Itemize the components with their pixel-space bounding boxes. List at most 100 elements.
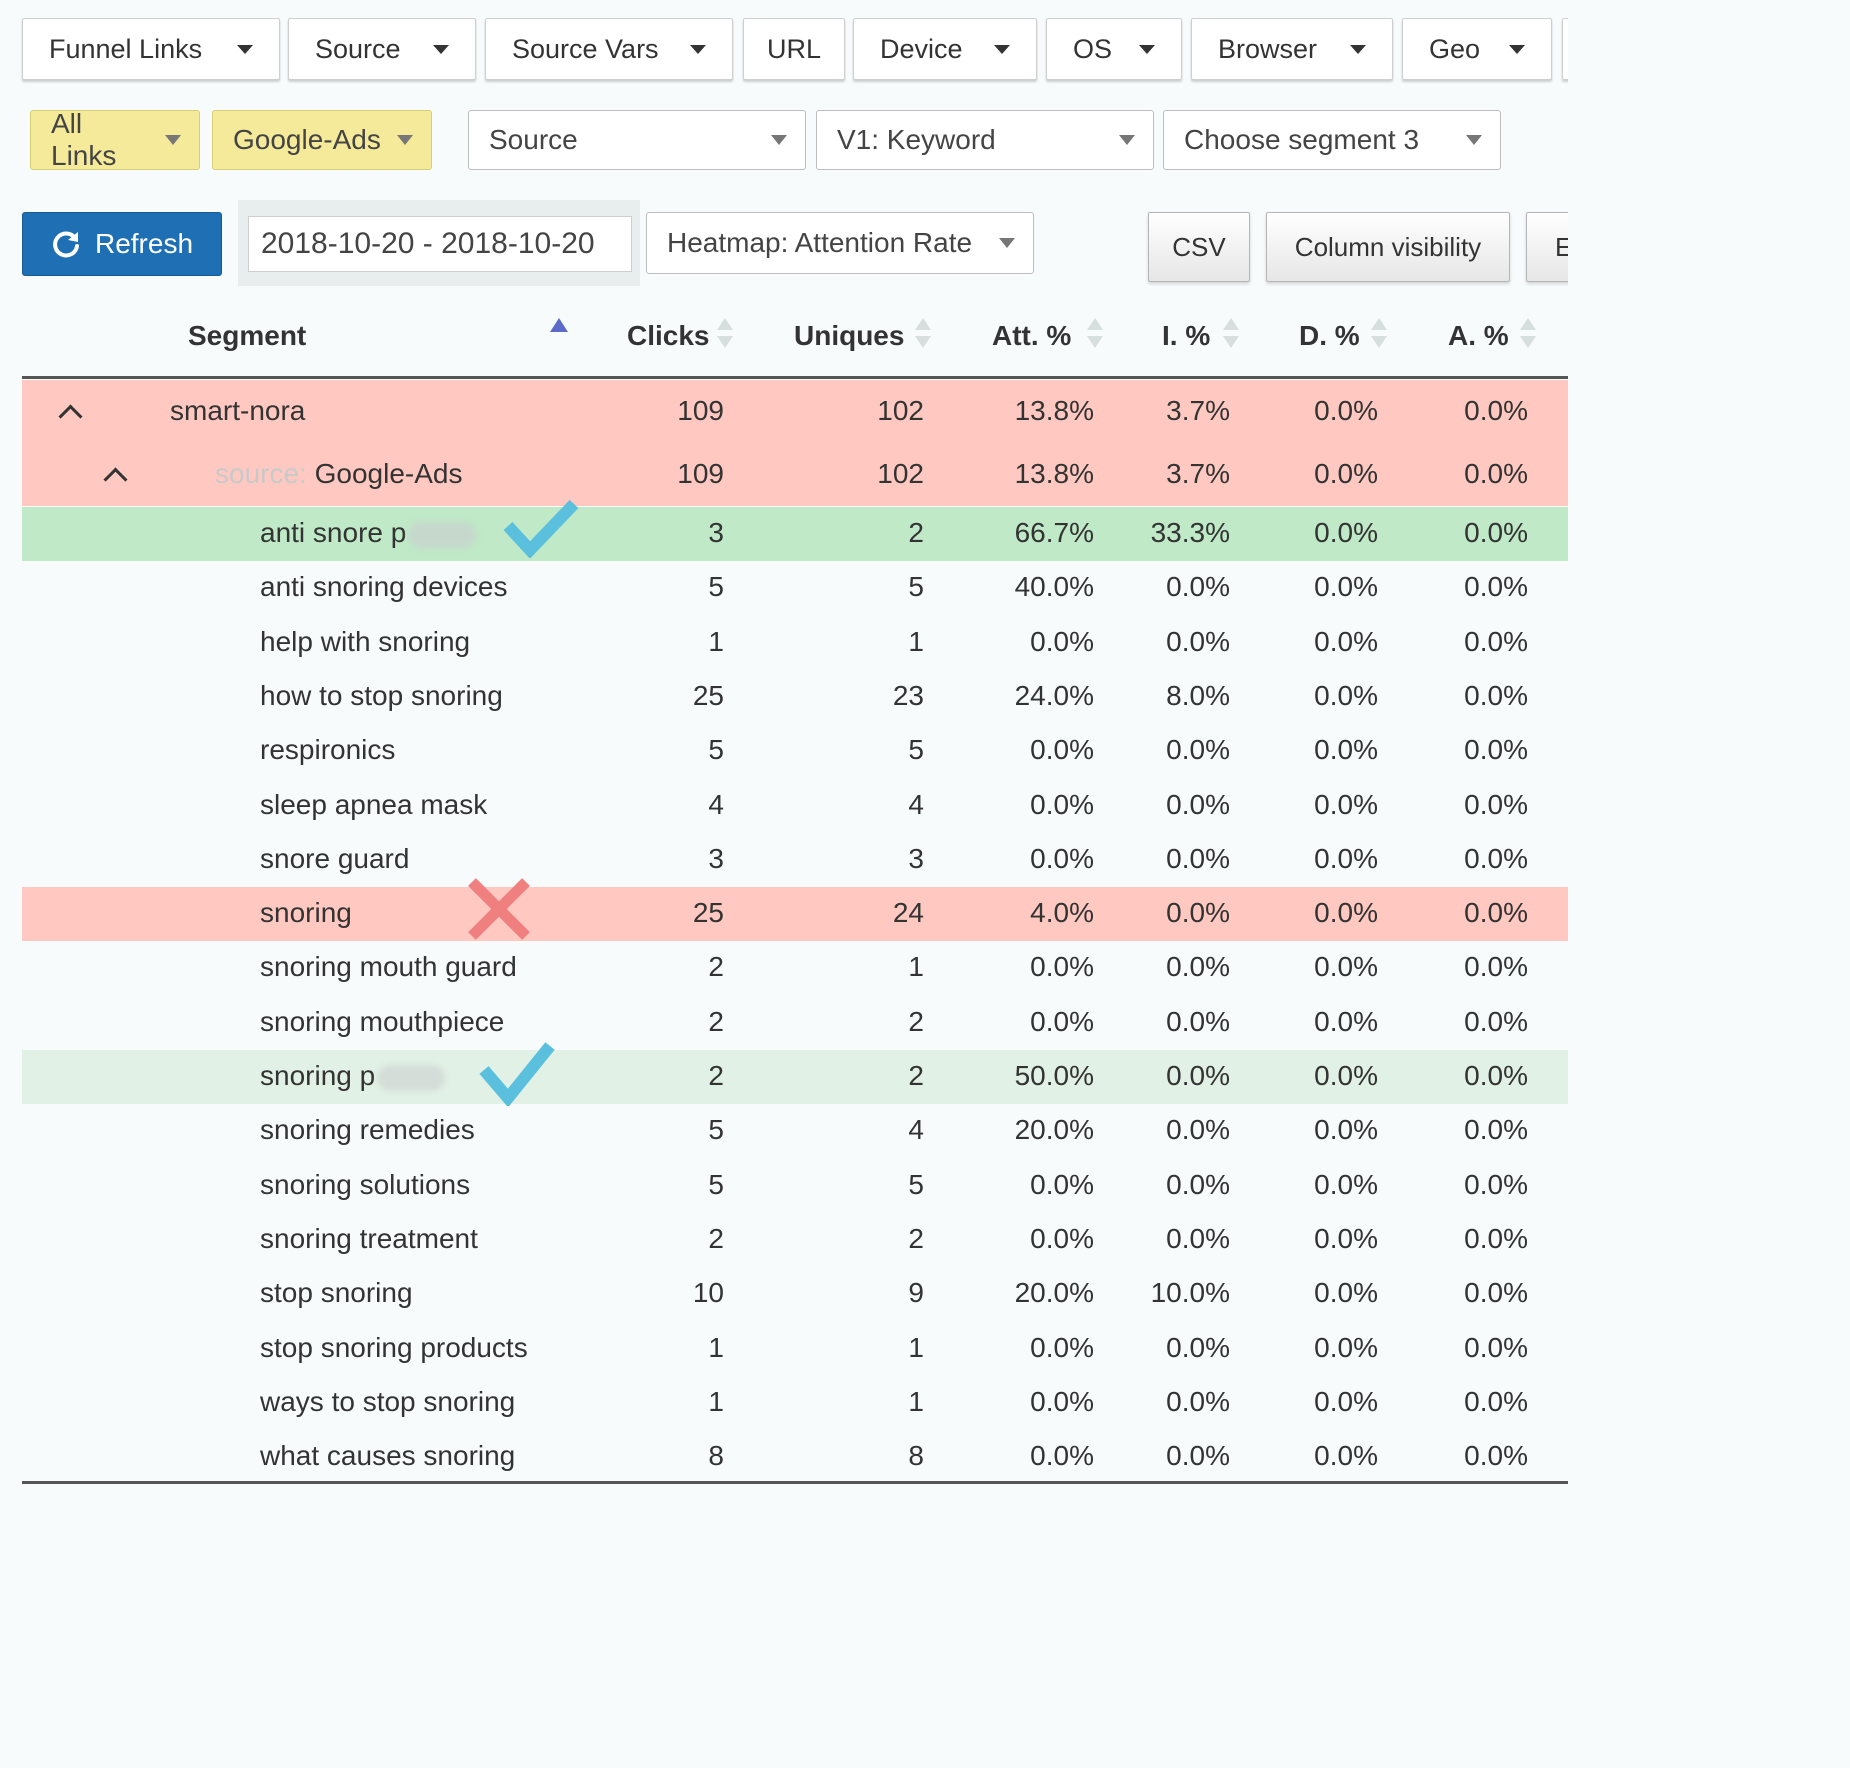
tab-device[interactable]: Device	[853, 18, 1037, 80]
column-header-d[interactable]: D. %	[1299, 320, 1360, 352]
a-cell: 0.0%	[1464, 1006, 1528, 1037]
i-cell: 0.0%	[1166, 1440, 1230, 1471]
column-header-att[interactable]: Att. %	[992, 320, 1071, 352]
chevron-up-icon[interactable]	[103, 467, 128, 492]
d-cell: 0.0%	[1314, 395, 1378, 426]
column-visibility-button[interactable]: Column visibility	[1266, 212, 1510, 282]
segment-name: how to stop snoring	[260, 680, 503, 711]
table-row[interactable]: snoring p 2 2 50.0% 0.0% 0.0% 0.0%	[22, 1050, 1568, 1104]
segment-name: stop snoring products	[260, 1332, 528, 1363]
caret-down-icon	[1139, 44, 1155, 54]
a-cell: 0.0%	[1464, 1277, 1528, 1308]
segment-3-label: Choose segment 3	[1184, 124, 1420, 155]
tab-source-vars[interactable]: Source Vars	[485, 18, 733, 80]
sort-icon[interactable]	[1222, 318, 1240, 352]
tab-funnel-links[interactable]: Funnel Links	[22, 18, 280, 80]
segment-name: stop snoring	[260, 1277, 413, 1308]
segment-cell: respironics	[260, 734, 395, 766]
a-cell: 0.0%	[1464, 395, 1528, 426]
table-row[interactable]: ways to stop snoring 1 1 0.0% 0.0% 0.0% 0.0%	[22, 1376, 1568, 1430]
uniques-cell: 5	[908, 734, 924, 765]
table-row[interactable]: snore guard 3 3 0.0% 0.0% 0.0% 0.0%	[22, 833, 1568, 887]
tab-browser[interactable]: Browser	[1191, 18, 1393, 80]
table-row[interactable]: help with snoring 1 1 0.0% 0.0% 0.0% 0.0%	[22, 616, 1568, 670]
table-row[interactable]: how to stop snoring 25 23 24.0% 8.0% 0.0% 0.0%	[22, 670, 1568, 724]
segment-name: help with snoring	[260, 626, 471, 657]
segment-1-select[interactable]: Source	[468, 110, 806, 170]
caret-down-icon	[237, 44, 253, 54]
caret-down-icon	[690, 44, 706, 54]
all-links-select[interactable]: All Links	[30, 108, 200, 171]
d-cell: 0.0%	[1314, 1060, 1378, 1091]
att-cell: 20.0%	[1014, 1277, 1094, 1308]
a-cell: 0.0%	[1464, 517, 1528, 548]
table-row[interactable]: snoring solutions 5 5 0.0% 0.0% 0.0% 0.0%	[22, 1159, 1568, 1213]
tab-os[interactable]: OS	[1046, 18, 1182, 80]
google-ads-select[interactable]: Google-Ads	[212, 110, 432, 170]
uniques-cell: 2	[908, 517, 924, 548]
segment-name: anti snoring devices	[260, 571, 508, 602]
sort-icon[interactable]	[1086, 318, 1104, 352]
tab-geo[interactable]: Geo	[1402, 18, 1552, 80]
table-row[interactable]: snoring mouth guard 2 1 0.0% 0.0% 0.0% 0.0%	[22, 941, 1568, 995]
heatmap-select[interactable]: Heatmap: Attention Rate	[646, 212, 1034, 274]
table-row[interactable]: anti snoring devices 5 5 40.0% 0.0% 0.0% 0.0%	[22, 561, 1568, 615]
clicks-cell: 1	[708, 1332, 724, 1363]
cross-icon	[468, 878, 530, 940]
csv-button[interactable]: CSV	[1148, 212, 1250, 282]
table-row[interactable]: snoring remedies 5 4 20.0% 0.0% 0.0% 0.0%	[22, 1104, 1568, 1158]
i-cell: 3.7%	[1166, 458, 1230, 489]
att-cell: 20.0%	[1014, 1114, 1094, 1145]
segment-2-select[interactable]: V1: Keyword	[816, 110, 1154, 170]
a-cell: 0.0%	[1464, 1114, 1528, 1145]
sort-icon[interactable]	[1519, 318, 1537, 352]
header-divider	[22, 376, 1568, 379]
tab-source[interactable]: Source	[288, 18, 476, 80]
d-cell: 0.0%	[1314, 517, 1378, 548]
sort-icon[interactable]	[914, 318, 932, 352]
column-header-a[interactable]: A. %	[1448, 320, 1509, 352]
redacted-blur	[408, 521, 477, 548]
column-header-uniques[interactable]: Uniques	[794, 320, 904, 352]
export-button[interactable]: E	[1526, 212, 1568, 282]
column-header-clicks[interactable]: Clicks	[627, 320, 710, 352]
segment-3-select[interactable]: Choose segment 3	[1163, 110, 1501, 170]
tab-more[interactable]	[1562, 18, 1568, 80]
uniques-cell: 5	[908, 571, 924, 602]
table-row[interactable]: what causes snoring 8 8 0.0% 0.0% 0.0% 0.0%	[22, 1430, 1568, 1484]
chevron-up-icon[interactable]	[58, 404, 83, 429]
table-row[interactable]: stop snoring products 1 1 0.0% 0.0% 0.0% 0.0%	[22, 1322, 1568, 1376]
sort-ascending-icon[interactable]	[550, 318, 568, 332]
sort-icon[interactable]	[716, 318, 734, 352]
att-cell: 0.0%	[1030, 951, 1094, 982]
a-cell: 0.0%	[1464, 789, 1528, 820]
table-row[interactable]: snoring mouthpiece 2 2 0.0% 0.0% 0.0% 0.0%	[22, 996, 1568, 1050]
refresh-button[interactable]: Refresh	[22, 212, 222, 276]
table-row[interactable]: snoring 25 24 4.0% 0.0% 0.0% 0.0%	[22, 887, 1568, 941]
table-row[interactable]: respironics 5 5 0.0% 0.0% 0.0% 0.0%	[22, 724, 1568, 778]
date-range-input[interactable]: 2018-10-20 - 2018-10-20	[248, 216, 632, 272]
clicks-cell: 4	[708, 789, 724, 820]
source-row[interactable]: source: Google-Ads 109 102 13.8% 3.7% 0.0% 0.0…	[22, 444, 1568, 506]
segment-name: snoring treatment	[260, 1223, 478, 1254]
footer-divider	[22, 1481, 1568, 1484]
segment-name: respironics	[260, 734, 396, 765]
group-row[interactable]: smart-nora 109 102 13.8% 3.7% 0.0% 0.0%	[22, 380, 1568, 444]
table-row[interactable]: anti snore p 3 2 66.7% 33.3% 0.0% 0.0%	[22, 507, 1568, 561]
d-cell: 0.0%	[1314, 458, 1378, 489]
table-row[interactable]: snoring treatment 2 2 0.0% 0.0% 0.0% 0.0%	[22, 1213, 1568, 1267]
uniques-cell: 8	[908, 1440, 924, 1471]
column-header-i[interactable]: I. %	[1162, 320, 1210, 352]
refresh-label: Refresh	[94, 228, 194, 259]
column-header-segment[interactable]: Segment	[188, 320, 306, 352]
clicks-cell: 1	[708, 1386, 724, 1417]
caret-down-icon	[165, 135, 181, 145]
sort-icon[interactable]	[1370, 318, 1388, 352]
table-row[interactable]: stop snoring 10 9 20.0% 10.0% 0.0% 0.0%	[22, 1267, 1568, 1321]
table-row[interactable]: sleep apnea mask 4 4 0.0% 0.0% 0.0% 0.0%	[22, 779, 1568, 833]
uniques-cell: 2	[908, 1006, 924, 1037]
att-cell: 13.8%	[1014, 395, 1094, 426]
clicks-cell: 3	[708, 517, 724, 548]
tab-url[interactable]: URL	[743, 18, 845, 80]
tab-label: Source Vars	[512, 33, 659, 64]
